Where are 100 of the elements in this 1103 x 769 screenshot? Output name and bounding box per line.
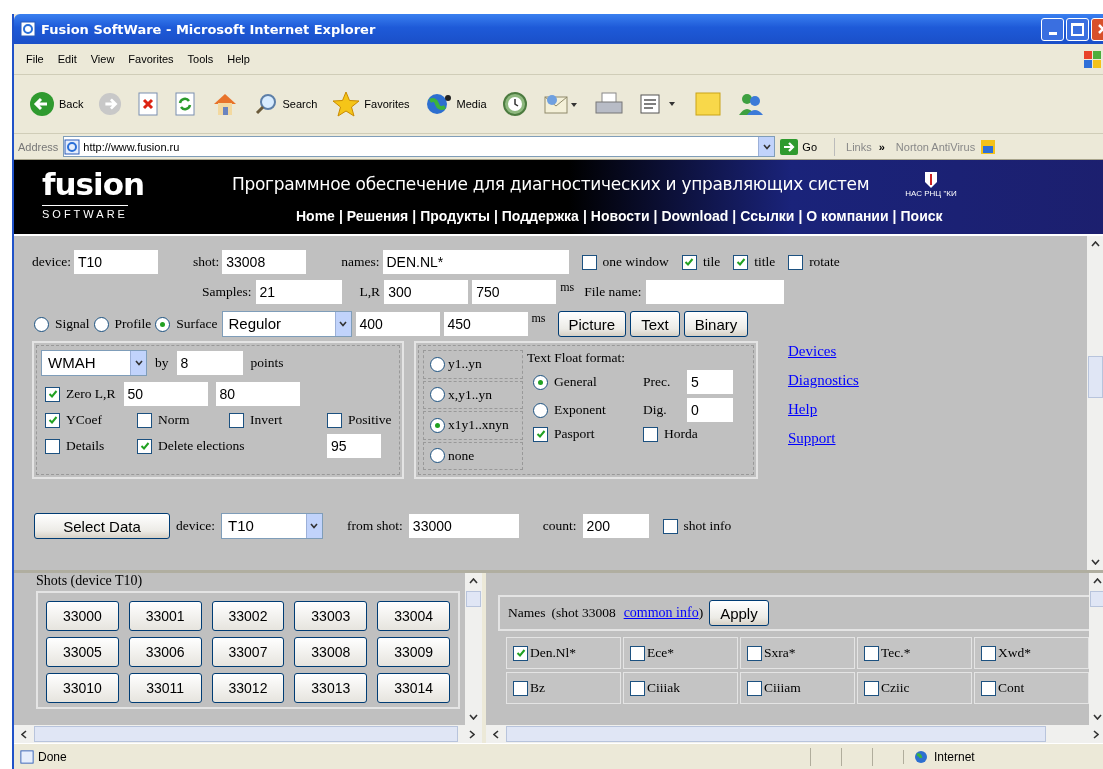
column-option[interactable]: x,y1..yn — [423, 380, 523, 409]
nav-link[interactable]: Новости — [590, 208, 650, 224]
zero-left-field[interactable]: 50 — [123, 382, 208, 406]
checkbox[interactable] — [513, 645, 528, 661]
checkbox[interactable] — [327, 412, 342, 428]
toolbar-button[interactable]: Back — [26, 89, 87, 119]
checkbox[interactable] — [747, 680, 762, 696]
radio-button[interactable] — [93, 316, 109, 332]
radio-button[interactable] — [155, 316, 171, 332]
nav-link[interactable]: Download — [661, 208, 729, 224]
select-data-button[interactable]: Select Data — [34, 513, 170, 539]
precision-field[interactable]: 0 — [687, 398, 733, 422]
device-dropdown[interactable]: T10 — [221, 513, 323, 539]
menu-item[interactable]: View — [90, 53, 115, 65]
shot-field[interactable]: 33008 — [222, 250, 307, 274]
checkbox[interactable] — [630, 645, 645, 661]
nav-link[interactable]: Home — [296, 208, 335, 224]
device-field[interactable]: T10 — [74, 250, 158, 274]
maximize-button[interactable] — [1066, 17, 1089, 41]
shot-button[interactable]: 33006 — [128, 637, 202, 667]
radio-button[interactable] — [34, 316, 49, 332]
checkbox[interactable] — [864, 680, 879, 696]
radio-button[interactable] — [430, 417, 445, 433]
checkbox[interactable] — [45, 386, 60, 402]
count-field[interactable]: 200 — [582, 514, 649, 538]
radio-button[interactable] — [430, 387, 445, 403]
scroll-thumb[interactable] — [34, 726, 458, 742]
checkbox[interactable] — [630, 680, 645, 696]
action-button[interactable]: Text — [630, 311, 680, 337]
checkbox[interactable] — [662, 518, 678, 534]
radio-button[interactable] — [430, 356, 445, 372]
names-field[interactable]: DEN.NL* — [382, 250, 569, 274]
checkbox[interactable] — [45, 438, 60, 454]
zero-right-field[interactable]: 80 — [215, 382, 300, 406]
page-link[interactable]: Diagnostics — [788, 372, 859, 389]
method-dropdown[interactable]: WMAH — [41, 350, 147, 376]
nav-link[interactable]: Продукты — [420, 208, 490, 224]
menu-item[interactable]: Favorites — [128, 53, 174, 65]
shot-button[interactable]: 33001 — [128, 601, 202, 631]
checkbox[interactable] — [981, 680, 996, 696]
checkbox[interactable] — [581, 254, 597, 270]
scroll-thumb[interactable] — [1090, 591, 1103, 607]
scroll-thumb[interactable] — [466, 591, 481, 607]
vertical-scrollbar[interactable] — [1089, 573, 1103, 725]
column-option[interactable]: y1..yn — [423, 350, 523, 379]
go-button[interactable]: Go — [780, 138, 830, 155]
apply-button[interactable]: Apply — [709, 600, 769, 626]
checkbox[interactable] — [137, 412, 152, 428]
action-button[interactable]: Picture — [557, 311, 627, 337]
nav-link[interactable]: Ссылки — [740, 208, 795, 224]
checkbox[interactable] — [45, 412, 60, 428]
horizontal-scrollbar[interactable] — [486, 725, 1103, 743]
vertical-scrollbar[interactable] — [1087, 236, 1103, 570]
page-link[interactable]: Support — [788, 430, 859, 447]
elections-field[interactable]: 95 — [327, 434, 381, 458]
radio-button[interactable] — [533, 402, 548, 418]
shot-button[interactable]: 33000 — [46, 601, 119, 631]
nav-link[interactable]: Поиск — [900, 208, 943, 224]
menu-item[interactable]: Edit — [57, 53, 77, 65]
shot-button[interactable]: 33004 — [377, 601, 450, 631]
shot-button[interactable]: 33007 — [211, 637, 285, 667]
shot-button[interactable]: 33012 — [211, 673, 285, 703]
checkbox[interactable] — [681, 254, 697, 270]
minimize-button[interactable] — [1041, 17, 1064, 41]
shot-button[interactable]: 33003 — [294, 601, 368, 631]
column-option[interactable]: x1y1..xnyn — [423, 411, 523, 440]
nav-link[interactable]: Поддержка — [501, 208, 579, 224]
grid-dropdown[interactable]: Regulor — [221, 311, 352, 337]
radio-button[interactable] — [533, 374, 548, 390]
from-shot-field[interactable]: 33000 — [408, 514, 519, 538]
action-button[interactable]: Binary — [683, 311, 749, 337]
left-field[interactable]: 300 — [384, 280, 469, 304]
checkbox[interactable] — [513, 680, 528, 696]
radio-button[interactable] — [430, 448, 445, 464]
shot-button[interactable]: 33002 — [211, 601, 285, 631]
common-info-link[interactable]: common info — [623, 605, 699, 621]
precision-field[interactable]: 5 — [687, 370, 733, 394]
checkbox[interactable] — [864, 645, 879, 661]
nav-link[interactable]: Решения — [346, 208, 409, 224]
checkbox[interactable] — [229, 412, 244, 428]
chevron-button[interactable]: » — [878, 140, 885, 153]
shot-button[interactable]: 33011 — [128, 673, 202, 703]
shot-button[interactable]: 33014 — [377, 673, 450, 703]
checkbox[interactable] — [733, 254, 749, 270]
checkbox[interactable] — [137, 438, 152, 454]
range-start-field[interactable]: 400 — [355, 312, 440, 336]
menu-item[interactable]: File — [26, 53, 44, 65]
menu-item[interactable]: Tools — [187, 53, 214, 65]
toolbar-button[interactable]: Favorites — [329, 89, 413, 119]
page-link[interactable]: Help — [788, 401, 859, 418]
shot-button[interactable]: 33013 — [294, 673, 368, 703]
shot-button[interactable]: 33005 — [46, 637, 119, 667]
shot-button[interactable]: 33010 — [46, 673, 119, 703]
scroll-thumb[interactable] — [506, 726, 1046, 742]
shot-button[interactable]: 33009 — [377, 637, 450, 667]
toolbar-button[interactable]: Media — [421, 90, 490, 118]
shot-button[interactable]: 33008 — [294, 637, 368, 667]
checkbox[interactable] — [788, 254, 804, 270]
samples-field[interactable]: 21 — [255, 280, 342, 304]
checkbox[interactable] — [643, 426, 658, 442]
